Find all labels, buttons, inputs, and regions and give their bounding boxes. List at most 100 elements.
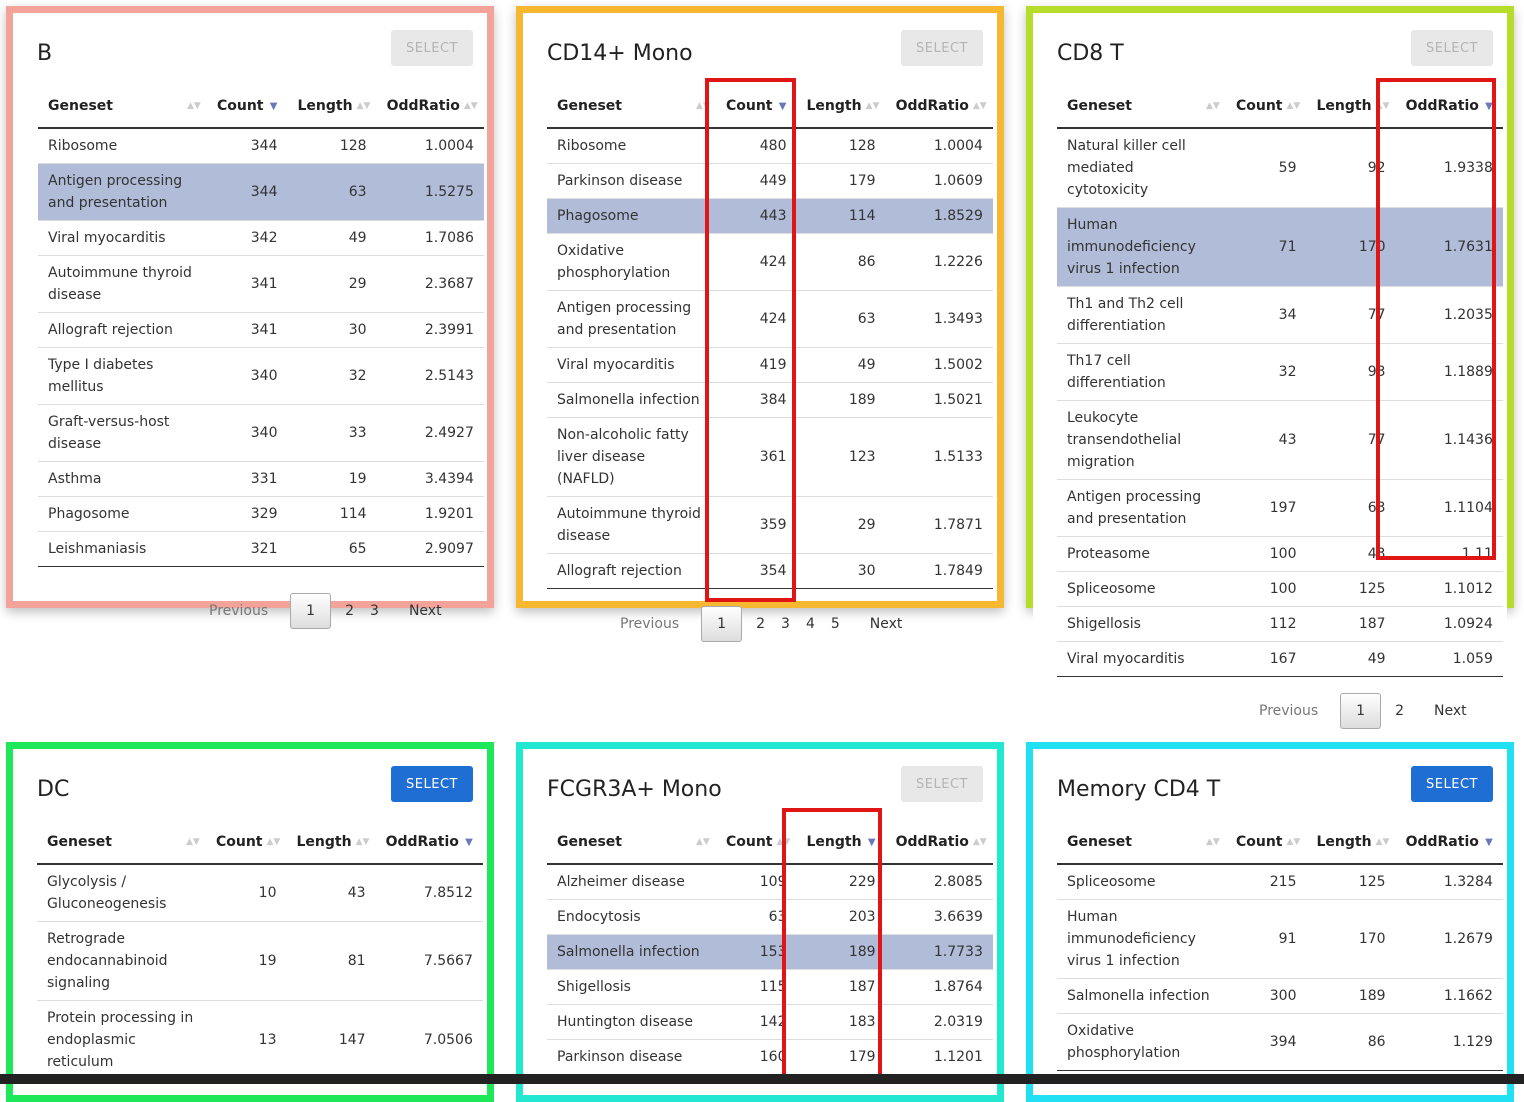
table-row[interactable]: Oxidative phosphorylation 424 86 1.2226 (547, 233, 993, 291)
geneset-cell: Viral myocarditis (38, 220, 207, 256)
col-geneset[interactable]: Geneset ▲▼ (38, 85, 207, 129)
table-row[interactable]: Retrograde endocannabinoid signaling 19 81… (37, 921, 483, 1001)
table-row[interactable]: Natural killer cell mediated cytotoxicit… (1057, 127, 1503, 208)
table-row[interactable]: Viral myocarditis 419 49 1.5002 (547, 347, 993, 383)
length-cell: 93 (1306, 343, 1396, 401)
col-oddratio[interactable]: OddRatio ▼ (375, 821, 483, 865)
table-row[interactable]: Glycolysis / Gluconeogenesis 10 43 7.8512 (37, 863, 483, 922)
col-oddratio[interactable]: OddRatio ▼ (1395, 85, 1503, 129)
table-row[interactable]: Phagosome 443 114 1.8529 (547, 198, 993, 234)
table-row[interactable]: Phagosome 329 114 1.9201 (38, 496, 484, 532)
col-oddratio[interactable]: OddRatio ▼ (1395, 821, 1503, 865)
col-count[interactable]: Count ▲▼ (1225, 821, 1307, 865)
col-count[interactable]: Count ▲▼ (205, 821, 287, 865)
previous-link[interactable]: Previous (620, 616, 679, 632)
geneset-cell: Antigen processing and presentation (547, 290, 716, 348)
table-row[interactable]: Autoimmune thyroid disease 359 29 1.7871 (547, 496, 993, 554)
table-row[interactable]: Graft-versus-host disease 340 33 2.4927 (38, 404, 484, 462)
table-row[interactable]: Ribosome 480 128 1.0004 (547, 127, 993, 164)
col-geneset[interactable]: Geneset ▲▼ (547, 85, 716, 129)
page-1[interactable]: 1 (290, 593, 332, 629)
oddratio-cell: 1.0609 (885, 163, 993, 199)
table-row[interactable]: Shigellosis 112 187 1.0924 (1057, 606, 1503, 642)
col-geneset[interactable]: Geneset ▲▼ (1057, 821, 1226, 865)
table-row[interactable]: Antigen processing and presentation 424 63… (547, 290, 993, 348)
sort-icon: ▲▼ (1286, 101, 1301, 111)
page-3[interactable]: 3 (370, 603, 379, 619)
col-count[interactable]: Count ▼ (715, 85, 797, 129)
table-row[interactable]: Proteasome 100 43 1.11 (1057, 536, 1503, 572)
col-length[interactable]: Length ▲▼ (1306, 821, 1396, 865)
table-row[interactable]: Salmonella infection 384 189 1.5021 (547, 382, 993, 418)
previous-link[interactable]: Previous (209, 603, 268, 619)
oddratio-cell: 1.2679 (1395, 899, 1503, 979)
col-oddratio[interactable]: OddRatio ▲▼ (885, 821, 993, 865)
table-row[interactable]: Type I diabetes mellitus 340 32 2.5143 (38, 347, 484, 405)
table-row[interactable]: Leukocyte transendothelial migration 43 77… (1057, 400, 1503, 480)
col-label: OddRatio (895, 834, 969, 850)
select-button[interactable]: SELECT (901, 30, 983, 66)
table-row[interactable]: Ribosome 344 128 1.0004 (38, 127, 484, 164)
page-4[interactable]: 4 (806, 616, 815, 632)
table-row[interactable]: Human immunodeficiency virus 1 infection… (1057, 207, 1503, 287)
next-link[interactable]: Next (1434, 703, 1467, 719)
page-5[interactable]: 5 (831, 616, 840, 632)
table-row[interactable]: Antigen processing and presentation 344 63… (38, 163, 484, 221)
table-row[interactable]: Parkinson disease 160 179 1.1201 (547, 1039, 993, 1075)
table-row[interactable]: Autoimmune thyroid disease 341 29 2.3687 (38, 255, 484, 313)
col-count[interactable]: Count ▼ (206, 85, 288, 129)
col-geneset[interactable]: Geneset ▲▼ (1057, 85, 1226, 129)
table-row[interactable]: Salmonella infection 300 189 1.1662 (1057, 978, 1503, 1014)
next-link[interactable]: Next (409, 603, 442, 619)
col-length[interactable]: Length ▲▼ (287, 85, 377, 129)
table-row[interactable]: Human immunodeficiency virus 1 infection… (1057, 899, 1503, 979)
page-2[interactable]: 2 (756, 616, 765, 632)
select-button[interactable]: SELECT (391, 766, 473, 802)
table-row[interactable]: Huntington disease 142 183 2.0319 (547, 1004, 993, 1040)
page-1[interactable]: 1 (1340, 693, 1382, 729)
select-button[interactable]: SELECT (901, 766, 983, 802)
col-oddratio[interactable]: OddRatio ▲▼ (376, 85, 484, 129)
panel-memory-cd4-t: Memory CD4 T SELECT Geneset ▲▼ Count ▲▼ Le… (1026, 742, 1514, 1102)
table-row[interactable]: Oxidative phosphorylation 394 86 1.129 (1057, 1013, 1503, 1071)
page-2[interactable]: 2 (1395, 703, 1404, 719)
table-row[interactable]: Th1 and Th2 cell differentiation 34 77 1.20… (1057, 286, 1503, 344)
table-row[interactable]: Allograft rejection 354 30 1.7849 (547, 553, 993, 589)
col-geneset[interactable]: Geneset ▲▼ (37, 821, 206, 865)
page-2[interactable]: 2 (345, 603, 354, 619)
table-row[interactable]: Spliceosome 100 125 1.1012 (1057, 571, 1503, 607)
next-link[interactable]: Next (870, 616, 903, 632)
col-count[interactable]: Count ▲▼ (1225, 85, 1307, 129)
count-cell: 344 (206, 127, 288, 164)
table-row[interactable]: Leishmaniasis 321 65 2.9097 (38, 531, 484, 567)
table-row[interactable]: Protein processing in endoplasmic reticu… (37, 1000, 483, 1080)
col-length[interactable]: Length ▲▼ (286, 821, 376, 865)
page-3[interactable]: 3 (781, 616, 790, 632)
oddratio-cell: 1.9201 (376, 496, 484, 532)
table-row[interactable]: Asthma 331 19 3.4394 (38, 461, 484, 497)
col-count[interactable]: Count ▲▼ (715, 821, 797, 865)
table-row[interactable]: Spliceosome 215 125 1.3284 (1057, 863, 1503, 900)
col-length[interactable]: Length ▲▼ (796, 85, 886, 129)
select-button[interactable]: SELECT (1411, 30, 1493, 66)
table-row[interactable]: Allograft rejection 341 30 2.3991 (38, 312, 484, 348)
table-row[interactable]: Alzheimer disease 109 229 2.8085 (547, 863, 993, 900)
table-row[interactable]: Parkinson disease 449 179 1.0609 (547, 163, 993, 199)
previous-link[interactable]: Previous (1259, 703, 1318, 719)
table-row[interactable]: Endocytosis 63 203 3.6639 (547, 899, 993, 935)
col-oddratio[interactable]: OddRatio ▲▼ (885, 85, 993, 129)
col-geneset[interactable]: Geneset ▲▼ (547, 821, 716, 865)
col-length[interactable]: Length ▼ (796, 821, 886, 865)
table-row[interactable]: Non-alcoholic fatty liver disease (NAFLD… (547, 417, 993, 497)
oddratio-cell: 1.8764 (885, 969, 993, 1005)
table-row[interactable]: Antigen processing and presentation 197 63… (1057, 479, 1503, 537)
table-row[interactable]: Th17 cell differentiation 32 93 1.1889 (1057, 343, 1503, 401)
page-1[interactable]: 1 (701, 606, 743, 642)
table-row[interactable]: Shigellosis 115 187 1.8764 (547, 969, 993, 1005)
select-button[interactable]: SELECT (391, 30, 473, 66)
table-row[interactable]: Viral myocarditis 167 49 1.059 (1057, 641, 1503, 677)
select-button[interactable]: SELECT (1411, 766, 1493, 802)
table-row[interactable]: Salmonella infection 153 189 1.7733 (547, 934, 993, 970)
table-row[interactable]: Viral myocarditis 342 49 1.7086 (38, 220, 484, 256)
col-length[interactable]: Length ▲▼ (1306, 85, 1396, 129)
